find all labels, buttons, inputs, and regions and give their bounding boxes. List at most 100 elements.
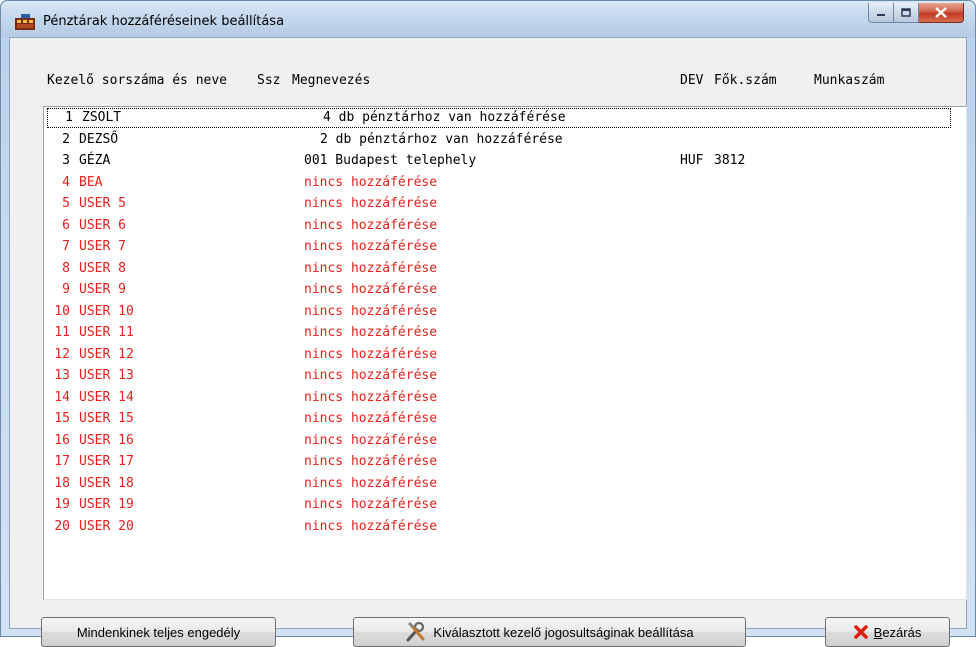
operator-number: 19 <box>54 497 70 512</box>
list-item[interactable]: 6 USER 6 nincs hozzáférése <box>44 216 952 236</box>
access-description: nincs hozzáférése <box>304 174 438 190</box>
access-description: nincs hozzáférése <box>304 454 438 469</box>
header-name: Megnevezés <box>292 73 371 88</box>
operator-number: 9 <box>62 282 70 297</box>
column-headers: Kezelő sorszáma és neve Ssz Megnevezés D… <box>10 73 968 91</box>
operator-name: USER 18 <box>79 475 134 491</box>
operator-name: ZSOLT <box>82 110 122 125</box>
set-permissions-button[interactable]: Kiválasztott kezelő jogosultságinak beál… <box>353 617 746 647</box>
list-item[interactable]: 12 USER 12 nincs hozzáférése <box>44 345 952 365</box>
access-description: nincs hozzáférése <box>304 497 438 512</box>
main-account: 3812 <box>714 153 746 168</box>
operator-number: 8 <box>62 260 70 276</box>
close-button[interactable]: Bezárás <box>825 617 950 647</box>
access-description: 4 db pénztárhoz van hozzáférése <box>323 110 566 125</box>
list-item[interactable]: 3 GÉZA 001 Budapest telephely HUF 3812 <box>44 151 952 171</box>
list-item[interactable]: 19 USER 19 nincs hozzáférése <box>44 495 952 515</box>
access-description: nincs hozzáférése <box>304 518 438 534</box>
operator-name: GÉZA <box>79 153 111 168</box>
list-item[interactable]: 11 USER 11 nincs hozzáférése <box>44 323 952 343</box>
list-item[interactable]: 16 USER 16 nincs hozzáférése <box>44 431 952 451</box>
operator-number: 2 <box>62 131 70 147</box>
operator-name: USER 16 <box>79 432 134 448</box>
access-description: nincs hozzáférése <box>304 325 438 340</box>
operator-number: 20 <box>54 518 70 534</box>
minimize-button[interactable] <box>868 3 894 23</box>
list-item[interactable]: 9 USER 9 nincs hozzáférése <box>44 280 952 300</box>
access-description: 2 db pénztárhoz van hozzáférése <box>320 131 563 147</box>
operator-number: 13 <box>54 368 70 383</box>
caption-buttons <box>868 3 964 24</box>
list-item[interactable]: 5 USER 5 nincs hozzáférése <box>44 194 952 214</box>
access-description: nincs hozzáférése <box>304 260 438 276</box>
list-item[interactable]: 14 USER 14 nincs hozzáférése <box>44 388 952 408</box>
close-icon <box>935 7 947 18</box>
operator-number: 16 <box>54 432 70 448</box>
operator-number: 3 <box>62 153 70 168</box>
grant-all-button[interactable]: Mindenkinek teljes engedély <box>41 617 276 647</box>
dialog-window: Pénztárak hozzáféréseinek beállítása Kez… <box>0 0 976 647</box>
currency: HUF <box>680 153 704 168</box>
header-job-number: Munkaszám <box>814 73 885 88</box>
title-bar[interactable]: Pénztárak hozzáféréseinek beállítása <box>1 1 975 37</box>
list-item[interactable]: 18 USER 18 nincs hozzáférése <box>44 474 952 494</box>
header-operator: Kezelő sorszáma és neve <box>47 73 228 88</box>
list-item[interactable]: 13 USER 13 nincs hozzáférése <box>44 366 952 386</box>
operator-name: USER 10 <box>79 303 134 319</box>
operator-name: USER 14 <box>79 389 134 405</box>
operator-number: 6 <box>62 217 70 233</box>
access-description: nincs hozzáférése <box>304 303 438 319</box>
operator-number: 7 <box>62 239 70 254</box>
operator-name: USER 8 <box>79 260 126 276</box>
operator-number: 12 <box>54 346 70 362</box>
operator-number: 4 <box>62 174 70 190</box>
operator-number: 1 <box>65 110 73 125</box>
list-item[interactable]: 4 BEA nincs hozzáférése <box>44 173 952 193</box>
maximize-button[interactable] <box>894 3 919 23</box>
access-description: nincs hozzáférése <box>304 217 438 233</box>
access-description: nincs hozzáférése <box>304 239 438 254</box>
operator-name: BEA <box>79 174 103 190</box>
operator-name: USER 13 <box>79 368 134 383</box>
list-item[interactable]: 7 USER 7 nincs hozzáférése <box>44 237 952 257</box>
operator-name: USER 12 <box>79 346 134 362</box>
list-item[interactable]: 2 DEZSŐ 2 db pénztárhoz van hozzáférése <box>44 130 952 150</box>
list-item[interactable]: 10 USER 10 nincs hozzáférése <box>44 302 952 322</box>
grant-all-label: Mindenkinek teljes engedély <box>76 624 241 640</box>
close-label: Bezárás <box>873 624 922 640</box>
operator-name: USER 17 <box>79 454 134 469</box>
operator-name: USER 5 <box>79 196 126 211</box>
operator-number: 18 <box>54 475 70 491</box>
operator-name: USER 19 <box>79 497 134 512</box>
window-title: Pénztárak hozzáféréseinek beállítása <box>43 14 285 29</box>
operator-name: USER 9 <box>79 282 126 297</box>
list-item[interactable]: 20 USER 20 nincs hozzáférése <box>44 517 952 537</box>
set-permissions-label: Kiválasztott kezelő jogosultságinak beál… <box>433 624 694 640</box>
access-description: nincs hozzáférése <box>304 432 438 448</box>
dialog-client-area: Kezelő sorszáma és neve Ssz Megnevezés D… <box>9 37 968 647</box>
operator-number: 17 <box>54 454 70 469</box>
cash-register-icon <box>15 14 35 30</box>
access-description: nincs hozzáférése <box>304 389 438 405</box>
list-item[interactable]: 15 USER 15 nincs hozzáférése <box>44 409 952 429</box>
list-item[interactable]: 1 ZSOLT 4 db pénztárhoz van hozzáférése <box>47 108 951 128</box>
list-item[interactable]: 8 USER 8 nincs hozzáférése <box>44 259 952 279</box>
operator-name: USER 11 <box>79 325 134 340</box>
operator-list[interactable]: 1 ZSOLT 4 db pénztárhoz van hozzáférése 2 DE… <box>43 106 967 600</box>
access-description: nincs hozzáférése <box>304 282 438 297</box>
access-description: nincs hozzáférése <box>304 346 438 362</box>
operator-name: USER 6 <box>79 217 126 233</box>
operator-number: 15 <box>54 411 70 426</box>
operator-name: USER 7 <box>79 239 126 254</box>
header-ssz: Ssz <box>257 73 281 88</box>
header-dev: DEV <box>680 73 704 88</box>
operator-number: 14 <box>54 389 70 405</box>
list-item[interactable]: 17 USER 17 nincs hozzáférése <box>44 452 952 472</box>
operator-number: 10 <box>54 303 70 319</box>
access-description: nincs hozzáférése <box>304 411 438 426</box>
maximize-icon <box>901 7 911 17</box>
operator-name: USER 20 <box>79 518 134 534</box>
tools-icon <box>405 622 427 642</box>
header-main-account: Fők.szám <box>714 73 777 88</box>
close-window-button[interactable] <box>919 3 964 23</box>
